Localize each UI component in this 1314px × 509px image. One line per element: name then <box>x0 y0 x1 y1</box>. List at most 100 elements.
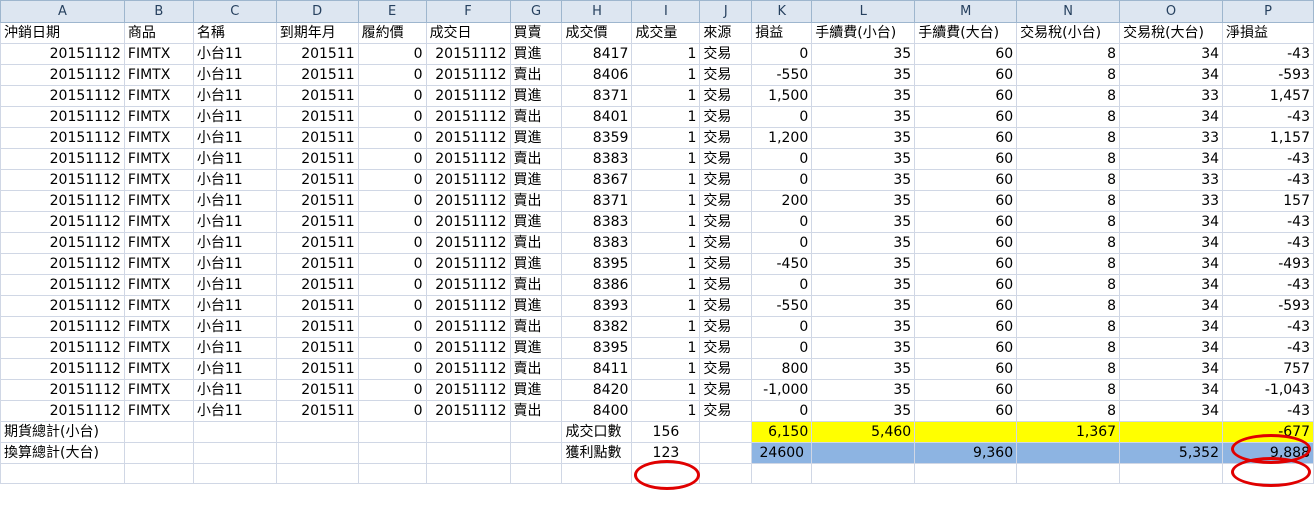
table-cell[interactable]: 33 <box>1119 127 1224 149</box>
table-cell[interactable]: 1 <box>631 337 701 359</box>
table-cell[interactable]: 0 <box>751 337 813 359</box>
table-cell[interactable]: 800 <box>751 358 813 380</box>
table-cell[interactable] <box>561 463 633 484</box>
table-cell[interactable]: 200 <box>751 190 813 212</box>
table-cell[interactable]: 201511 <box>275 379 359 401</box>
tax-total-small[interactable]: 1,367 <box>1016 421 1121 443</box>
table-cell[interactable]: 0 <box>357 85 427 107</box>
table-cell[interactable]: 20151112 <box>0 316 125 338</box>
table-cell[interactable]: 35 <box>811 190 916 212</box>
table-cell[interactable]: 20151112 <box>0 379 125 401</box>
table-cell[interactable]: 0 <box>357 253 427 275</box>
table-cell[interactable]: 賣出 <box>509 232 563 254</box>
table-cell[interactable]: 20151112 <box>0 253 125 275</box>
table-cell[interactable] <box>425 442 511 464</box>
table-cell[interactable]: 0 <box>751 106 813 128</box>
table-cell[interactable]: 8 <box>1016 253 1121 275</box>
table-cell[interactable]: 34 <box>1119 295 1224 317</box>
table-cell[interactable]: 34 <box>1119 316 1224 338</box>
table-cell[interactable]: 201511 <box>275 295 359 317</box>
table-cell[interactable]: -43 <box>1222 337 1314 359</box>
table-cell[interactable]: 0 <box>357 169 427 191</box>
table-cell[interactable]: 1 <box>631 190 701 212</box>
table-cell[interactable]: 8371 <box>561 190 633 212</box>
table-cell[interactable]: 8 <box>1016 43 1121 65</box>
table-cell[interactable] <box>699 442 753 464</box>
table-cell[interactable]: 8 <box>1016 400 1121 422</box>
table-cell[interactable]: 35 <box>811 85 916 107</box>
pnl-total-small[interactable]: 6,150 <box>751 421 813 443</box>
table-cell[interactable]: 20151112 <box>0 232 125 254</box>
table-cell[interactable]: FIMTX <box>123 190 194 212</box>
table-cell[interactable] <box>914 421 1018 443</box>
table-cell[interactable]: 8395 <box>561 253 633 275</box>
table-cell[interactable]: 8367 <box>561 169 633 191</box>
table-cell[interactable]: 0 <box>357 295 427 317</box>
table-cell[interactable]: 34 <box>1119 148 1224 170</box>
table-cell[interactable]: 0 <box>357 64 427 86</box>
table-cell[interactable] <box>509 463 563 484</box>
table-cell[interactable]: 20151112 <box>425 253 511 275</box>
table-cell[interactable]: 20151112 <box>425 43 511 65</box>
table-cell[interactable]: FIMTX <box>123 232 194 254</box>
table-cell[interactable]: 小台11 <box>192 64 277 86</box>
table-cell[interactable] <box>123 463 194 484</box>
table-cell[interactable]: 35 <box>811 379 916 401</box>
table-cell[interactable]: 201511 <box>275 127 359 149</box>
column-header-cell[interactable]: 買賣 <box>509 22 563 44</box>
table-cell[interactable]: 20151112 <box>425 316 511 338</box>
table-cell[interactable] <box>357 442 427 464</box>
table-cell[interactable]: 1 <box>631 211 701 233</box>
table-cell[interactable]: 小台11 <box>192 400 277 422</box>
table-cell[interactable]: 20151112 <box>0 169 125 191</box>
table-cell[interactable]: 交易 <box>699 127 753 149</box>
table-cell[interactable]: 交易 <box>699 400 753 422</box>
column-header-cell[interactable]: 交易稅(大台) <box>1119 22 1224 44</box>
table-cell[interactable]: 0 <box>357 274 427 296</box>
table-cell[interactable]: 1 <box>631 64 701 86</box>
table-cell[interactable] <box>123 421 194 443</box>
table-cell[interactable]: 1,457 <box>1222 85 1314 107</box>
table-cell[interactable] <box>357 463 427 484</box>
table-cell[interactable]: 8 <box>1016 148 1121 170</box>
table-cell[interactable]: 8 <box>1016 190 1121 212</box>
summary-label-large[interactable]: 換算總計(大台) <box>0 442 125 464</box>
table-cell[interactable]: 小台11 <box>192 148 277 170</box>
table-cell[interactable]: 0 <box>751 316 813 338</box>
table-cell[interactable]: FIMTX <box>123 400 194 422</box>
table-cell[interactable]: 8386 <box>561 274 633 296</box>
table-cell[interactable]: 20151112 <box>425 211 511 233</box>
table-cell[interactable]: 0 <box>357 106 427 128</box>
column-header-cell[interactable]: 成交量 <box>631 22 701 44</box>
table-cell[interactable]: 20151112 <box>425 127 511 149</box>
table-cell[interactable] <box>275 442 359 464</box>
table-cell[interactable]: 1 <box>631 127 701 149</box>
table-cell[interactable]: FIMTX <box>123 106 194 128</box>
profit-points-value[interactable]: 123 <box>631 442 701 464</box>
table-cell[interactable]: 20151112 <box>425 64 511 86</box>
table-cell[interactable]: FIMTX <box>123 379 194 401</box>
table-cell[interactable]: 8411 <box>561 358 633 380</box>
table-cell[interactable]: 33 <box>1119 85 1224 107</box>
table-cell[interactable]: 0 <box>357 232 427 254</box>
table-cell[interactable] <box>699 463 753 484</box>
column-letter-header[interactable]: E <box>357 0 427 23</box>
table-cell[interactable]: 20151112 <box>0 148 125 170</box>
tax-total-large[interactable]: 5,352 <box>1119 442 1224 464</box>
table-cell[interactable] <box>1119 421 1224 443</box>
table-cell[interactable]: 34 <box>1119 274 1224 296</box>
table-cell[interactable]: 20151112 <box>0 64 125 86</box>
table-cell[interactable]: 8417 <box>561 43 633 65</box>
net-total-small[interactable]: -677 <box>1222 421 1314 443</box>
table-cell[interactable]: 201511 <box>275 85 359 107</box>
table-cell[interactable]: 買進 <box>509 43 563 65</box>
table-cell[interactable]: 交易 <box>699 232 753 254</box>
table-cell[interactable]: 1 <box>631 295 701 317</box>
table-cell[interactable]: 20151112 <box>425 337 511 359</box>
table-cell[interactable]: 8 <box>1016 295 1121 317</box>
column-header-cell[interactable]: 履約價 <box>357 22 427 44</box>
table-cell[interactable]: 1,500 <box>751 85 813 107</box>
table-cell[interactable]: 0 <box>751 400 813 422</box>
table-cell[interactable]: 賣出 <box>509 148 563 170</box>
table-cell[interactable]: 1 <box>631 316 701 338</box>
